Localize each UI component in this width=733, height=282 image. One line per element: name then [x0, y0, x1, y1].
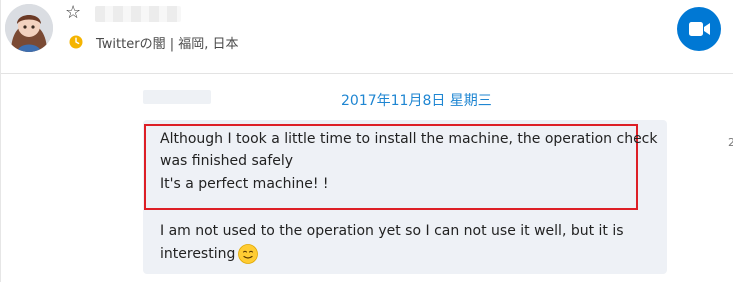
message-1-line-3: It's a perfect machine! ! — [160, 176, 329, 192]
message-2-line-2: interesting — [160, 246, 236, 262]
contact-status-text: Twitterの闇 | 福岡, 日本 — [96, 37, 239, 52]
contact-name-redacted — [95, 6, 181, 22]
clock-icon — [69, 34, 83, 49]
smiling-face-emoji — [238, 244, 259, 264]
message-1-line-2: was finished safely — [160, 153, 294, 169]
message-1-line-1: Although I took a little time to install… — [160, 131, 658, 147]
chat-window: ☆ Twitterの闇 | 福岡, 日本 2017年11月8日 星期三 2 Al… — [0, 0, 733, 282]
video-camera-icon — [689, 22, 710, 36]
message-2-line-2-wrap: interesting — [160, 243, 259, 265]
conversation-header: ☆ Twitterの闇 | 福岡, 日本 — [1, 0, 733, 74]
contact-avatar[interactable] — [5, 4, 53, 52]
video-call-button[interactable] — [677, 7, 721, 51]
star-outline-icon[interactable]: ☆ — [65, 4, 83, 22]
date-divider-redacted — [143, 90, 211, 104]
side-mark: 2 — [728, 136, 733, 149]
message-2-line-1: I am not used to the operation yet so I … — [160, 223, 624, 239]
date-divider: 2017年11月8日 星期三 — [341, 93, 492, 109]
